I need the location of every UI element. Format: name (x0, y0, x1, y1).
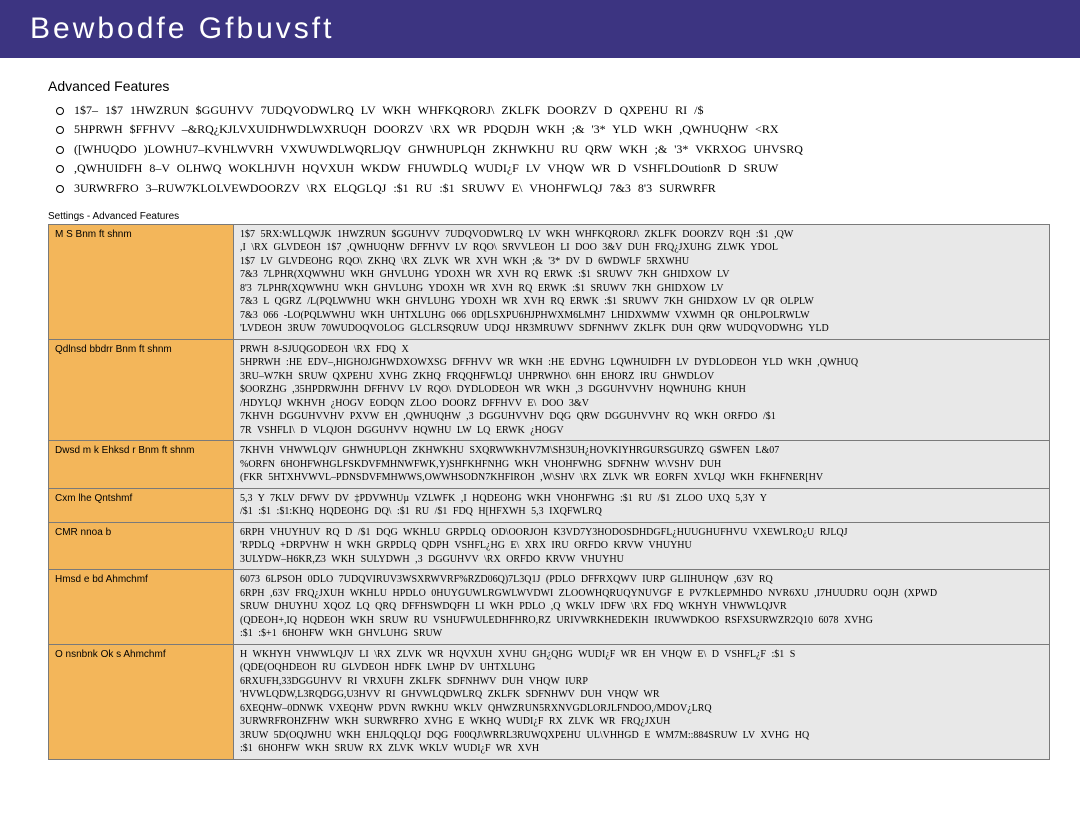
header-title: Bewbodfe Gfbuvsft (30, 12, 334, 45)
row-label: Qdlnsd bbdrr Bnm ft shnm (49, 339, 234, 441)
row-value: 7KHVH VHWWLQJV GHWHUPLQH ZKHWKHU SXQRWWK… (234, 441, 1050, 489)
table-row: O nsnbnk Ok s Ahmchmf H WKHYH VHWWLQJV L… (49, 644, 1050, 759)
row-label: M S Bnm ft shnm (49, 224, 234, 339)
bullet-item: 1$7– 1$7 1HWZRUN $GGUHVV 7UDQVODWLRQ LV … (56, 102, 1050, 119)
bullet-item: 5HPRWH $FFHVV –&RQ¿KJLVXUIDHWDLWXRUQH DO… (56, 121, 1050, 138)
row-value: 5,3 Y 7KLV DFWV DV ‡PDVWHUµ VZLWFK ,I HQ… (234, 488, 1050, 522)
feature-bullets: 1$7– 1$7 1HWZRUN $GGUHVV 7UDQVODWLRQ LV … (48, 102, 1050, 197)
row-label: Hmsd e bd Ahmchmf (49, 570, 234, 645)
page-header: Bewbodfe Gfbuvsft (0, 0, 1080, 58)
content-area: Advanced Features 1$7– 1$7 1HWZRUN $GGUH… (0, 58, 1080, 770)
table-row: M S Bnm ft shnm 1$7 5RX:WLLQWJK 1HWZRUN … (49, 224, 1050, 339)
table-row: CMR nnoa b 6RPH VHUYHUV RQ D /$1 DQG WKH… (49, 522, 1050, 570)
bullet-item: 3URWRFRO 3–RUW7KLOLVEWDOORZV \RX ELQGLQJ… (56, 180, 1050, 197)
table-row: Hmsd e bd Ahmchmf 6073 6LPSOH 0DLO 7UDQV… (49, 570, 1050, 645)
row-value: H WKHYH VHWWLQJV LI \RX ZLVK WR HQVXUH X… (234, 644, 1050, 759)
table-row: Qdlnsd bbdrr Bnm ft shnm PRWH 8-SJUQGODE… (49, 339, 1050, 441)
settings-table: M S Bnm ft shnm 1$7 5RX:WLLQWJK 1HWZRUN … (48, 224, 1050, 760)
row-label: CMR nnoa b (49, 522, 234, 570)
row-label: Dwsd m k Ehksd r Bnm ft shnm (49, 441, 234, 489)
row-value: 1$7 5RX:WLLQWJK 1HWZRUN $GGUHVV 7UDQVODW… (234, 224, 1050, 339)
row-label: Cxm lhe Qntshmf (49, 488, 234, 522)
table-row: Cxm lhe Qntshmf 5,3 Y 7KLV DFWV DV ‡PDVW… (49, 488, 1050, 522)
row-value: 6073 6LPSOH 0DLO 7UDQVIRUV3WSXRWVRF%RZD0… (234, 570, 1050, 645)
bullet-item: ([WHUQDO )LOWHU7–KVHLWVRH VXWUWDLWQRLJQV… (56, 141, 1050, 158)
row-value: 6RPH VHUYHUV RQ D /$1 DQG WKHLU GRPDLQ O… (234, 522, 1050, 570)
section-title: Advanced Features (48, 78, 1050, 94)
table-row: Dwsd m k Ehksd r Bnm ft shnm 7KHVH VHWWL… (49, 441, 1050, 489)
row-label: O nsnbnk Ok s Ahmchmf (49, 644, 234, 759)
row-value: PRWH 8-SJUQGODEOH \RX FDQ X 5HPRWH :HE E… (234, 339, 1050, 441)
table-caption: Settings - Advanced Features (48, 211, 1050, 222)
bullet-item: ,QWHUIDFH 8–V OLHWQ WOKLHJVH HQVXUH WKDW… (56, 160, 1050, 177)
